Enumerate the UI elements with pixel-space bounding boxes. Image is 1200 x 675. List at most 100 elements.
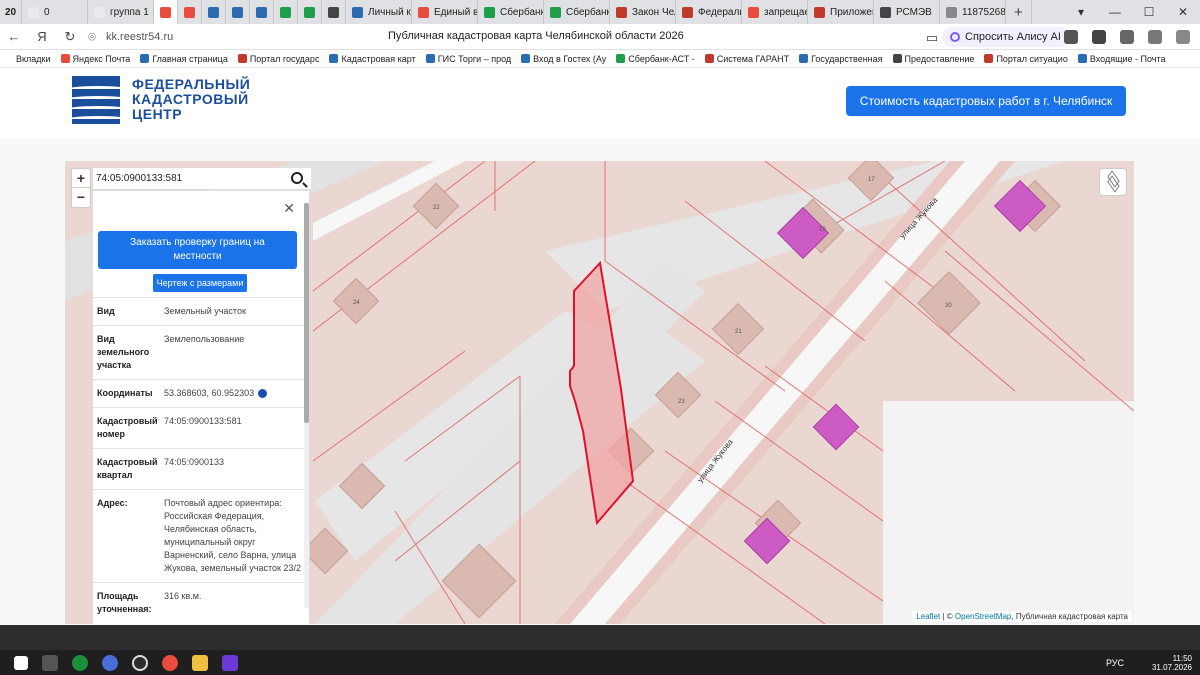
- task-view-icon[interactable]: [42, 654, 58, 671]
- minimize-icon[interactable]: —: [1098, 0, 1132, 24]
- logo-text[interactable]: ФЕДЕРАЛЬНЫЙ КАДАСТРОВЫЙ ЦЕНТР: [132, 77, 250, 122]
- bookmark-item[interactable]: Предоставление: [892, 53, 975, 64]
- browser-tab[interactable]: Приложен: [808, 0, 874, 24]
- bookmark-label: Портал ситуацио: [996, 53, 1068, 64]
- bookmark-favicon-icon: [892, 54, 902, 63]
- close-icon[interactable]: ✕: [283, 200, 295, 217]
- browser-tab[interactable]: [274, 0, 298, 24]
- attribute-value: Землепользование: [164, 334, 245, 344]
- bookmark-item[interactable]: ГИС Торги – прод: [425, 54, 511, 64]
- logo-line: КАДАСТРОВЫЙ: [132, 91, 249, 107]
- bookmark-label: Портал государс: [249, 53, 320, 64]
- map-pin-icon[interactable]: [258, 389, 268, 399]
- tab-favicon-icon: [184, 6, 195, 18]
- attribute-key: Вид: [97, 306, 115, 316]
- house-number-label: 17: [868, 177, 875, 183]
- browser-tab[interactable]: [202, 0, 226, 24]
- browser-tab[interactable]: [178, 0, 202, 24]
- tab-favicon-icon: [304, 6, 315, 18]
- drawing-with-dimensions-button[interactable]: Чертеж с размерами: [153, 274, 247, 292]
- app-icon[interactable]: [222, 654, 238, 671]
- browser-tab[interactable]: [250, 0, 274, 24]
- bookmark-item[interactable]: Яндекс Почта: [60, 54, 130, 64]
- zoom-in-button[interactable]: +: [72, 169, 90, 188]
- browser-tab[interactable]: [226, 0, 250, 24]
- messenger-icon[interactable]: [102, 654, 118, 671]
- reload-icon[interactable]: ↻: [56, 29, 84, 45]
- close-window-icon[interactable]: ✕: [1166, 0, 1200, 24]
- panel-scrollbar[interactable]: [304, 203, 309, 608]
- browser-tab[interactable]: [154, 0, 178, 24]
- bookmark-item[interactable]: Входящие - Почта: [1077, 53, 1166, 64]
- bookmark-item[interactable]: Сбербанк-АСТ -: [616, 54, 695, 64]
- browser-tab[interactable]: 20: [0, 0, 22, 24]
- browser-tab[interactable]: Личный ка: [346, 0, 412, 24]
- menu-icon[interactable]: [1176, 30, 1190, 44]
- house-number-label: 22: [433, 205, 440, 211]
- ask-alisa-button[interactable]: Спросить Алису AI: [942, 27, 1069, 47]
- maximize-icon[interactable]: ☐: [1132, 0, 1166, 24]
- order-boundary-check-button[interactable]: Заказать проверку границ на местности: [98, 231, 297, 269]
- extension-icon[interactable]: [1064, 30, 1078, 44]
- browser-tab[interactable]: РСМЭВ: [874, 0, 940, 24]
- new-tab-button[interactable]: +: [1006, 0, 1032, 24]
- collapse-icon[interactable]: ▾: [1064, 0, 1098, 24]
- edge-icon[interactable]: [72, 654, 88, 671]
- file-explorer-icon[interactable]: [192, 654, 208, 671]
- search-icon[interactable]: [291, 172, 303, 184]
- browser-tab[interactable]: запрещае: [742, 0, 808, 24]
- browser-tab[interactable]: Единый вх: [412, 0, 478, 24]
- leaflet-link[interactable]: Leaflet: [916, 612, 940, 621]
- bookmark-item[interactable]: Кадастровая карт: [329, 54, 416, 64]
- back-icon[interactable]: ←: [0, 29, 28, 44]
- bookmark-label: Предоставление: [904, 53, 975, 64]
- language-indicator[interactable]: РУС: [1106, 658, 1124, 668]
- bookmark-item[interactable]: Портал государс: [237, 53, 320, 64]
- cadastral-search-input[interactable]: 74:05:0900133:581: [93, 168, 311, 190]
- clock[interactable]: 11:50 31.07.2026: [1152, 654, 1192, 672]
- bookmark-item[interactable]: Портал ситуацио: [984, 53, 1068, 64]
- bookmark-label: Входящие - Почта: [1089, 53, 1166, 64]
- bookmark-item[interactable]: Государственная: [799, 54, 883, 64]
- osm-link[interactable]: OpenStreetMap: [955, 612, 1011, 621]
- cadastral-cost-button[interactable]: Стоимость кадастровых работ в г. Челябин…: [846, 86, 1126, 116]
- chrome-icon[interactable]: [132, 654, 148, 671]
- browser-tab[interactable]: [322, 0, 346, 24]
- browser-tab[interactable]: 11875268: [940, 0, 1006, 24]
- layers-icon[interactable]: [1099, 168, 1127, 196]
- browser-tab[interactable]: Федераль: [676, 0, 742, 24]
- downloads-icon[interactable]: [1148, 30, 1162, 44]
- attribute-key: Площадь уточненная:: [97, 591, 152, 614]
- house-number-label: 24: [353, 300, 360, 306]
- tab-favicon-icon: [748, 6, 759, 18]
- bookmark-label: Вход в Гостех (Ау: [533, 53, 607, 64]
- house-number-label: 21: [735, 329, 742, 335]
- browser-tab[interactable]: Сбербанк: [544, 0, 610, 24]
- yandex-browser-icon[interactable]: [162, 654, 178, 671]
- cadastral-map[interactable]: 22 24 17 19 21 23 30 улица Жукова улица …: [65, 161, 1134, 624]
- url-field[interactable]: kk.reestr54.ru: [106, 31, 306, 43]
- windows-start-icon[interactable]: [14, 655, 28, 670]
- bookmark-favicon-icon: [616, 54, 626, 63]
- fkc-logo-icon[interactable]: [72, 76, 120, 124]
- bookmark-item[interactable]: Вкладки: [16, 54, 51, 64]
- extension-icon[interactable]: [1092, 30, 1106, 44]
- bookmark-favicon-icon: [329, 54, 339, 63]
- browser-tab[interactable]: группа 1: [88, 0, 154, 24]
- browser-tab[interactable]: [298, 0, 322, 24]
- browser-tab[interactable]: Закон Чел: [610, 0, 676, 24]
- alisa-label: Спросить Алису AI: [965, 31, 1061, 43]
- bookmark-item[interactable]: Главная страница: [140, 54, 228, 64]
- tab-favicon-icon: [880, 6, 891, 18]
- zoom-out-button[interactable]: −: [72, 188, 90, 207]
- bookmark-item[interactable]: Вход в Гостех (Ау: [521, 54, 606, 64]
- puzzle-icon[interactable]: [1120, 30, 1134, 44]
- browser-tab[interactable]: Сбербанк: [478, 0, 544, 24]
- browser-tab[interactable]: 0: [22, 0, 88, 24]
- bookmark-item[interactable]: Система ГАРАНТ: [704, 54, 789, 64]
- attribute-key: Кадастровый квартал: [97, 457, 158, 480]
- attribute-key: Вид земельного участка: [97, 334, 150, 370]
- site-info-icon[interactable]: ⌾: [84, 29, 100, 45]
- tab-favicon-icon: [484, 6, 495, 18]
- yandex-icon[interactable]: Я: [28, 29, 56, 44]
